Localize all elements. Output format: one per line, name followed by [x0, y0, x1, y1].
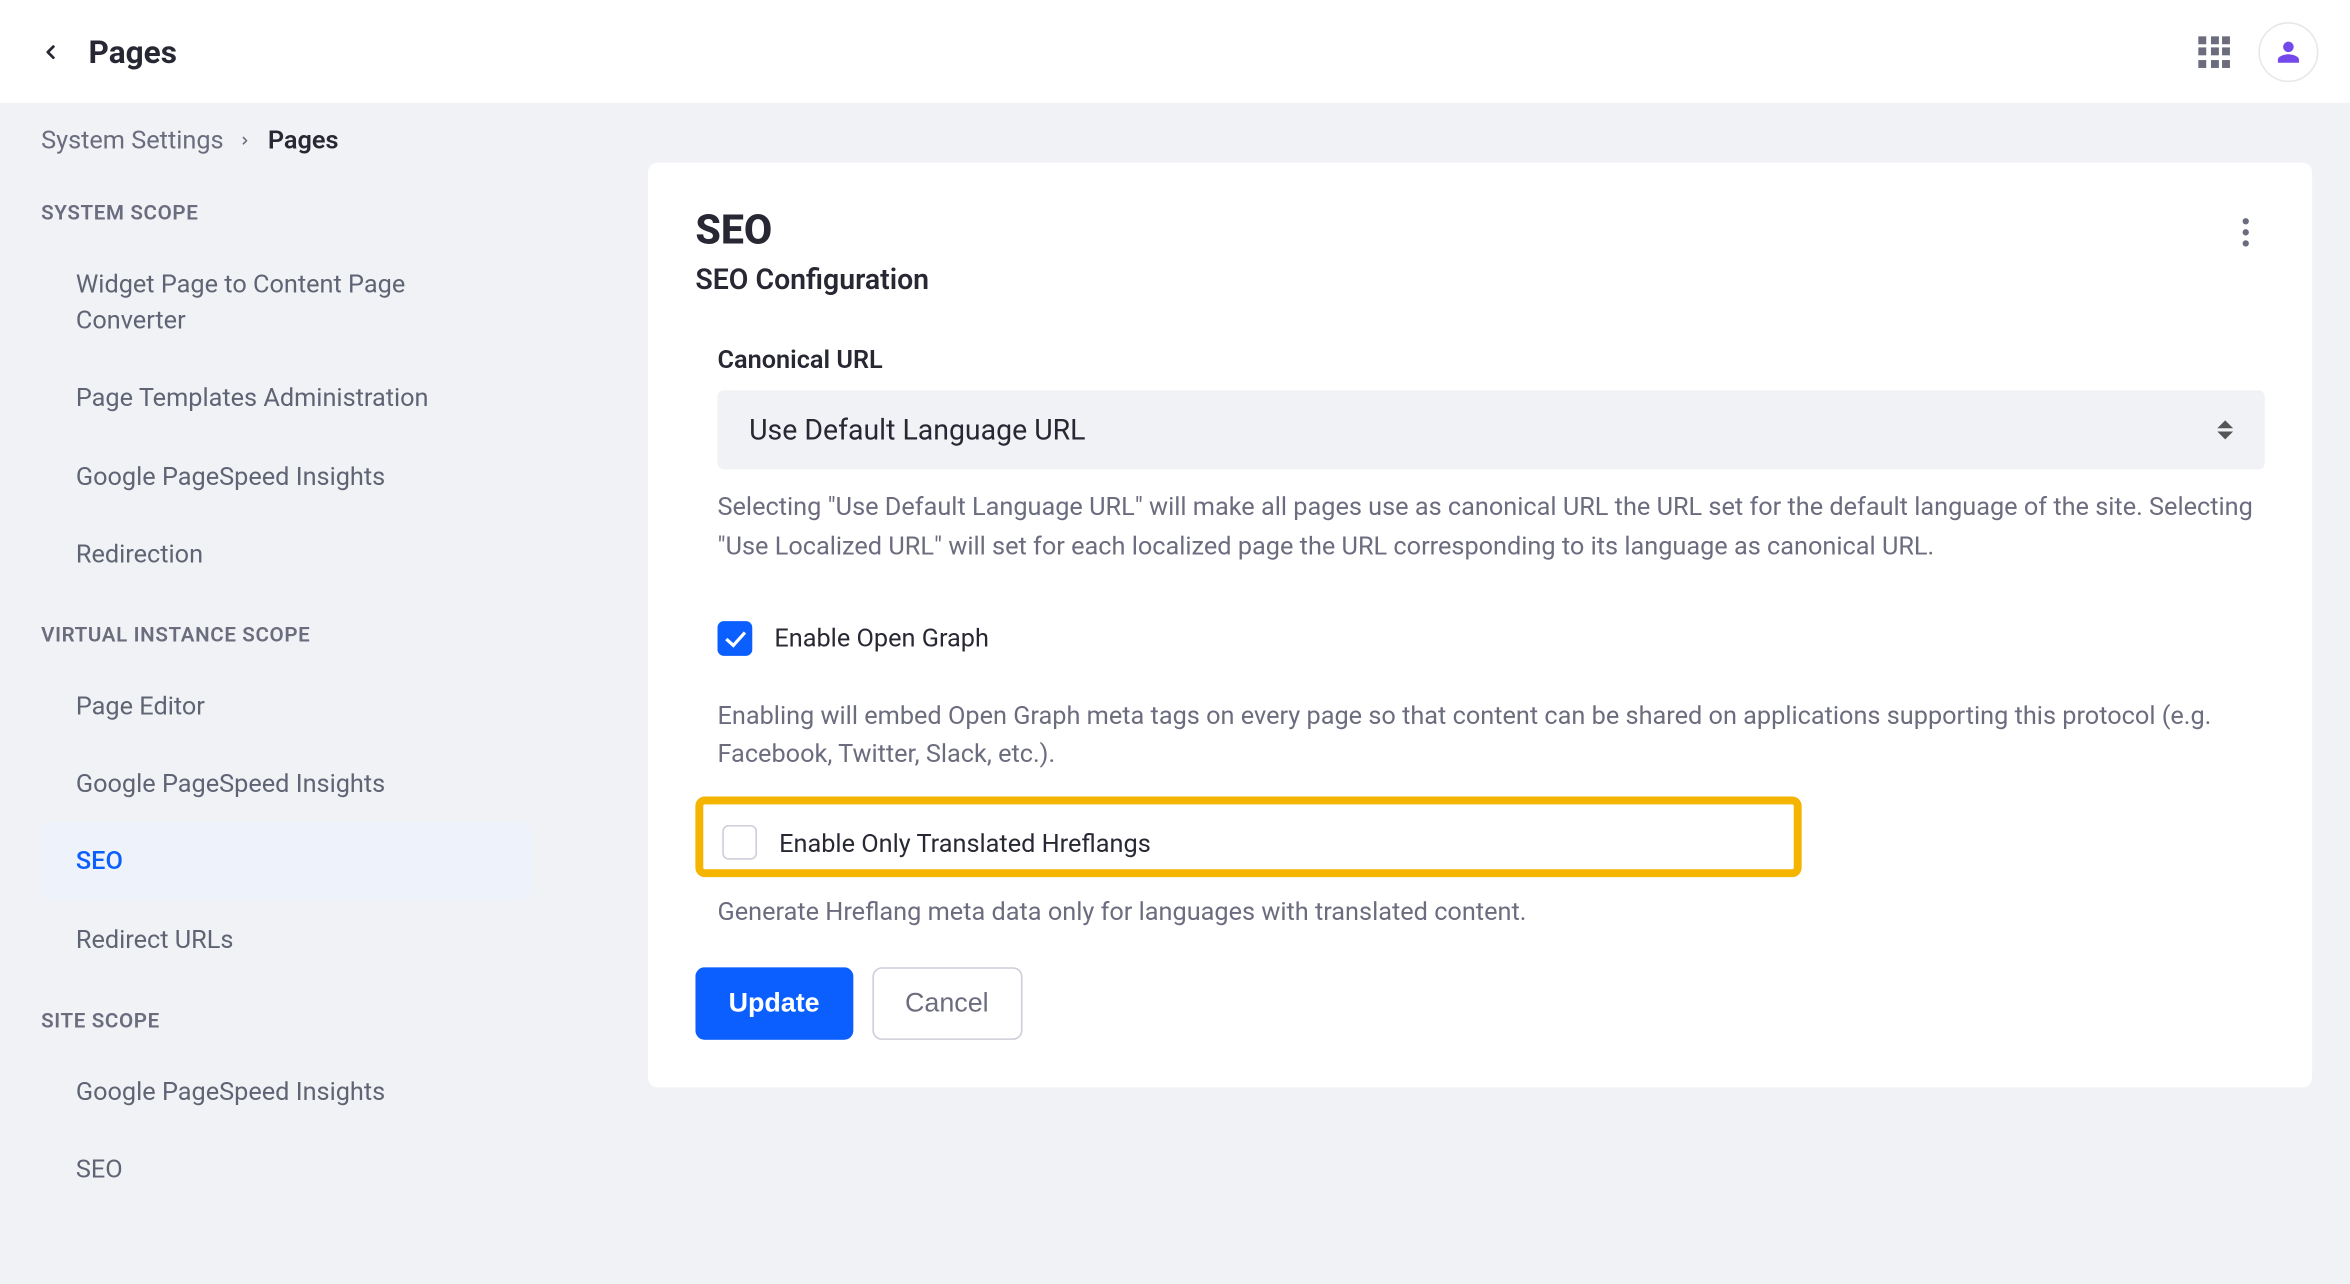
- enable-open-graph-label: Enable Open Graph: [774, 623, 989, 653]
- canonical-url-label: Canonical URL: [718, 345, 2265, 375]
- breadcrumb-parent[interactable]: System Settings: [41, 125, 223, 155]
- enable-open-graph-checkbox[interactable]: [718, 620, 753, 655]
- actions-menu-button[interactable]: [2227, 213, 2265, 251]
- panel-heading: SEO: [695, 207, 2226, 254]
- cancel-button[interactable]: Cancel: [872, 967, 1022, 1040]
- canonical-url-value: Use Default Language URL: [749, 413, 1085, 446]
- panel-subtitle: SEO Configuration: [695, 264, 2226, 297]
- section-label-virtual: VIRTUAL INSTANCE SCOPE: [41, 608, 531, 666]
- sidebar-item-pagespeed-virtual[interactable]: Google PageSpeed Insights: [41, 745, 531, 823]
- page-title: Pages: [89, 32, 178, 70]
- sidebar-item-seo-virtual[interactable]: SEO: [41, 822, 531, 900]
- breadcrumb-current: Pages: [268, 125, 339, 155]
- sidebar-item-seo-site[interactable]: SEO: [41, 1130, 531, 1208]
- sidebar-item-page-editor[interactable]: Page Editor: [41, 667, 531, 745]
- sidebar: System Settings Pages SYSTEM SCOPE Widge…: [41, 125, 531, 1208]
- user-icon: [2276, 39, 2301, 64]
- enable-translated-hreflangs-label: Enable Only Translated Hreflangs: [779, 828, 1151, 858]
- chevron-right-icon: [239, 129, 252, 151]
- enable-open-graph-help: Enabling will embed Open Graph meta tags…: [718, 696, 2265, 774]
- back-button[interactable]: [32, 32, 70, 70]
- sidebar-item-widget-converter[interactable]: Widget Page to Content Page Converter: [41, 245, 531, 359]
- select-caret-icon: [2217, 420, 2233, 439]
- sidebar-item-redirect-urls[interactable]: Redirect URLs: [41, 900, 531, 978]
- main-panel: SEO SEO Configuration Canonical URL Use …: [648, 163, 2312, 1088]
- sidebar-item-pagespeed-system[interactable]: Google PageSpeed Insights: [41, 437, 531, 515]
- hreflang-highlight: Enable Only Translated Hreflangs: [695, 797, 1801, 878]
- breadcrumb: System Settings Pages: [41, 125, 531, 155]
- sidebar-item-pagespeed-site[interactable]: Google PageSpeed Insights: [41, 1052, 531, 1130]
- sidebar-item-redirection[interactable]: Redirection: [41, 515, 531, 593]
- apps-icon[interactable]: [2198, 36, 2230, 68]
- topbar: Pages: [0, 0, 2350, 103]
- enable-translated-hreflangs-checkbox[interactable]: [722, 825, 757, 860]
- update-button[interactable]: Update: [695, 967, 852, 1040]
- section-label-system: SYSTEM SCOPE: [41, 186, 531, 244]
- canonical-url-select[interactable]: Use Default Language URL: [718, 390, 2265, 469]
- sidebar-item-page-templates[interactable]: Page Templates Administration: [41, 359, 531, 437]
- canonical-url-help: Selecting "Use Default Language URL" wil…: [718, 488, 2265, 566]
- enable-translated-hreflangs-help: Generate Hreflang meta data only for lan…: [718, 893, 2265, 932]
- section-label-site: SITE SCOPE: [41, 994, 531, 1052]
- user-avatar[interactable]: [2258, 21, 2318, 81]
- chevron-left-icon: [40, 40, 62, 62]
